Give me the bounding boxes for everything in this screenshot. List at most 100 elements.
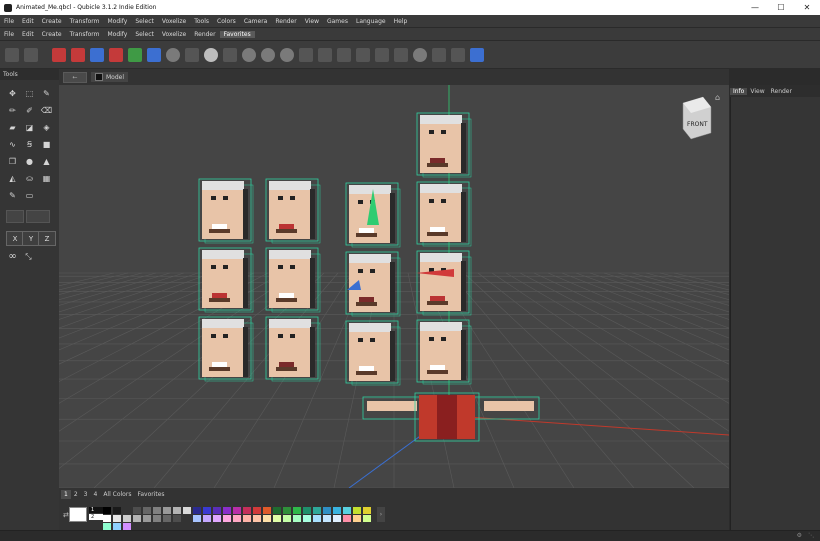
palette-swatch[interactable] (333, 515, 341, 522)
target-icon[interactable] (166, 47, 180, 62)
palette-swatch[interactable] (133, 507, 141, 514)
stripe-icon[interactable]: ▦ (40, 172, 53, 185)
palette-swatch[interactable] (243, 507, 251, 514)
layers-icon[interactable] (470, 47, 484, 62)
palette-swatch[interactable] (263, 507, 271, 514)
resize-diagonal-icon[interactable]: ⤡ (22, 250, 35, 263)
palette-swatch[interactable] (343, 507, 351, 514)
3d-viewport[interactable]: FRONT ⌂ (59, 85, 729, 488)
palette-swatch[interactable] (153, 515, 161, 522)
select-box-icon[interactable]: ⬚ (23, 87, 36, 100)
palette-tab-4[interactable]: 4 (90, 490, 100, 499)
brush-icon[interactable]: ✐ (23, 104, 36, 117)
palette-swatch[interactable] (173, 515, 181, 522)
palette-swatch[interactable] (303, 507, 311, 514)
palette-swatch[interactable] (353, 515, 361, 522)
pyramid-icon[interactable]: ◭ (6, 172, 19, 185)
flip-y-green-icon[interactable] (128, 47, 142, 62)
back-button[interactable]: ← (63, 71, 87, 83)
palette-swatch[interactable] (273, 507, 281, 514)
palette-swatch[interactable] (353, 507, 361, 514)
tab-info[interactable]: Info (730, 87, 748, 95)
menu-edit[interactable]: Edit (18, 18, 38, 25)
palette-swatch[interactable] (123, 507, 131, 514)
menu-language[interactable]: Language (352, 18, 390, 25)
tool-option-left[interactable] (6, 210, 24, 223)
home-icon[interactable]: ⌂ (715, 93, 720, 102)
palette-swatch[interactable] (263, 515, 271, 522)
cylinder2-icon[interactable]: ▭ (23, 189, 36, 202)
palette-swatch[interactable] (123, 523, 131, 530)
close-button[interactable]: ✕ (794, 0, 820, 15)
palette-swatch[interactable] (303, 515, 311, 522)
link-icon[interactable]: ∞ (6, 250, 19, 263)
menu-voxelize[interactable]: Voxelize (158, 18, 190, 25)
fill-bucket-icon[interactable]: ◪ (23, 121, 36, 134)
palette-tab-favorites[interactable]: Favorites (134, 490, 167, 499)
submenu-favorites[interactable]: Favorites (219, 30, 255, 38)
submenu-create[interactable]: Create (38, 31, 66, 38)
submenu-modify[interactable]: Modify (103, 31, 131, 38)
palette-swatch[interactable] (213, 515, 221, 522)
eye-closed-icon[interactable] (280, 47, 294, 62)
palette-tab-1[interactable]: 1 (61, 490, 71, 499)
palette-swatch[interactable] (113, 507, 121, 514)
palette-swatch[interactable] (193, 515, 201, 522)
palette-swatch[interactable] (143, 515, 151, 522)
primary-color-swatch[interactable] (69, 507, 87, 522)
scene-canvas[interactable]: FRONT (59, 85, 729, 488)
submenu-edit[interactable]: Edit (18, 31, 38, 38)
line-icon[interactable]: ∿ (6, 138, 19, 151)
path-icon[interactable]: Ꞩ (23, 138, 36, 151)
rotate-icon[interactable] (413, 47, 427, 62)
menu-colors[interactable]: Colors (213, 18, 240, 25)
mirror-z-blue-icon[interactable] (90, 47, 104, 62)
palette-tab-2[interactable]: 2 (71, 490, 81, 499)
eraser-icon[interactable]: ⌫ (40, 104, 53, 117)
palette-swatch[interactable] (103, 515, 111, 522)
sync-icon[interactable] (24, 47, 38, 62)
voxel-count-icon[interactable] (337, 47, 351, 62)
palette-swatch[interactable] (113, 523, 121, 530)
swap-colors-icon[interactable]: ⇄ (63, 511, 69, 519)
palette-swatch[interactable] (313, 507, 321, 514)
palette-swatch[interactable] (293, 507, 301, 514)
palette-swatch[interactable] (233, 507, 241, 514)
color-wheel-icon[interactable] (204, 47, 218, 62)
palette-swatch[interactable] (283, 507, 291, 514)
palette-swatch[interactable] (273, 515, 281, 522)
palette-swatch[interactable] (213, 507, 221, 514)
menu-tools[interactable]: Tools (190, 18, 213, 25)
pen-icon[interactable] (318, 47, 332, 62)
brush-round-icon[interactable]: ✎ (6, 189, 19, 202)
palette-slot-1[interactable]: 1 (89, 507, 103, 513)
menu-games[interactable]: Games (323, 18, 352, 25)
mirror-x-red2-icon[interactable] (109, 47, 123, 62)
palette-swatch[interactable] (113, 515, 121, 522)
tab-render[interactable]: Render (768, 88, 795, 95)
palette-swatch[interactable] (103, 507, 111, 514)
palette-swatch[interactable] (233, 515, 241, 522)
eyedropper-icon[interactable]: ✎ (40, 87, 53, 100)
menu-file[interactable]: File (0, 18, 18, 25)
submenu-select[interactable]: Select (131, 31, 158, 38)
menu-transform[interactable]: Transform (66, 18, 104, 25)
palette-tab-all-colors[interactable]: All Colors (100, 490, 134, 499)
palette-swatch[interactable] (133, 515, 141, 522)
eye-open-icon[interactable] (261, 47, 275, 62)
mirror-y-red-icon[interactable] (71, 47, 85, 62)
palette-tab-3[interactable]: 3 (81, 490, 91, 499)
mirror-x-red-icon[interactable] (52, 47, 66, 62)
menu-help[interactable]: Help (390, 18, 412, 25)
tab-view[interactable]: View (747, 88, 767, 95)
menu-modify[interactable]: Modify (103, 18, 131, 25)
palette-swatch[interactable] (323, 515, 331, 522)
palette-swatch[interactable] (243, 515, 251, 522)
flip-z-blue-icon[interactable] (147, 47, 161, 62)
expand-icon[interactable] (432, 47, 446, 62)
eye-icon[interactable] (242, 47, 256, 62)
submenu-voxelize[interactable]: Voxelize (158, 31, 190, 38)
palette-swatch[interactable] (123, 515, 131, 522)
palette-swatch[interactable] (253, 515, 261, 522)
menu-select[interactable]: Select (131, 18, 158, 25)
